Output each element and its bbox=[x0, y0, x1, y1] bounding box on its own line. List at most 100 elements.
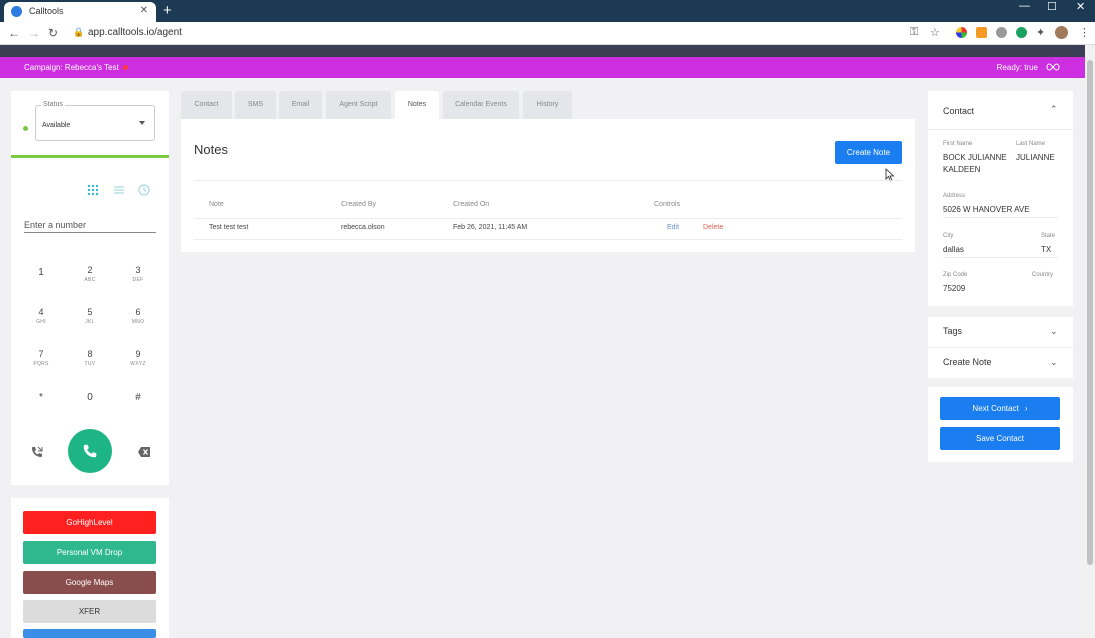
save-contact-button[interactable]: Save Contact bbox=[940, 427, 1060, 450]
tab-notes[interactable]: Notes bbox=[395, 91, 439, 119]
xfer-button[interactable]: XFER bbox=[23, 600, 156, 623]
tab-contact[interactable]: Contact bbox=[181, 91, 232, 119]
key-1[interactable]: 1 bbox=[24, 256, 58, 290]
browser-menu-icon[interactable]: ⋮ bbox=[1079, 26, 1090, 39]
browser-tab[interactable]: Calltools ✕ bbox=[4, 2, 156, 22]
history-clock-icon[interactable] bbox=[138, 184, 150, 196]
notes-heading: Notes bbox=[194, 142, 228, 157]
key-0[interactable]: 0 bbox=[73, 381, 107, 415]
tab-history[interactable]: History bbox=[523, 91, 572, 119]
key-digit: 8 bbox=[87, 349, 93, 359]
key-5[interactable]: 5 JKL bbox=[73, 298, 107, 332]
key-digit: 4 bbox=[38, 307, 44, 317]
notes-panel bbox=[181, 119, 915, 252]
key-digit: 1 bbox=[38, 267, 44, 278]
state-value[interactable]: TX bbox=[1041, 244, 1051, 256]
zip-code-label: Zip Code bbox=[943, 272, 968, 278]
close-tab-icon[interactable]: ✕ bbox=[140, 5, 148, 16]
city-value[interactable]: dallas bbox=[943, 244, 964, 256]
key-letters: DEF bbox=[132, 277, 144, 283]
create-note-button[interactable]: Create Note bbox=[835, 141, 902, 164]
scrollbar-thumb[interactable] bbox=[1087, 60, 1093, 565]
color-extension-icon[interactable] bbox=[956, 27, 967, 38]
personal-vm-drop-button[interactable]: Personal VM Drop bbox=[23, 541, 156, 564]
key-digit: 3 bbox=[135, 265, 141, 275]
delete-note-link[interactable]: Delete bbox=[703, 224, 723, 231]
city-label: City bbox=[943, 233, 954, 239]
call-button[interactable] bbox=[68, 429, 112, 473]
key-9[interactable]: 9 WXYZ bbox=[121, 340, 155, 374]
quick-action-button[interactable] bbox=[23, 629, 156, 638]
key-7[interactable]: 7 PQRS bbox=[24, 340, 58, 374]
forward-arrow-icon[interactable]: → bbox=[28, 26, 40, 40]
campaign-name: Campaign: Rebecca's Test bbox=[24, 63, 128, 72]
tab-sms[interactable]: SMS bbox=[235, 91, 276, 119]
tags-accordion[interactable]: Tags bbox=[943, 326, 962, 336]
key-icon[interactable]: ⚿ bbox=[910, 26, 918, 39]
status-bar bbox=[11, 155, 169, 158]
star-bookmark-icon[interactable]: ☆ bbox=[930, 26, 940, 39]
gohighlevel-button[interactable]: GoHighLevel bbox=[23, 511, 156, 534]
tab-email[interactable]: Email bbox=[279, 91, 322, 119]
key-8[interactable]: 8 TUV bbox=[73, 340, 107, 374]
column-header-note: Note bbox=[209, 201, 224, 208]
key-letters: JKL bbox=[85, 319, 95, 325]
status-select[interactable]: Status Available bbox=[35, 101, 155, 141]
create-note-accordion[interactable]: Create Note bbox=[943, 357, 992, 367]
key-4[interactable]: 4 GHI bbox=[24, 298, 58, 332]
country-label: Country bbox=[1032, 272, 1054, 278]
key-6[interactable]: 6 MNO bbox=[121, 298, 155, 332]
key-letters: PQRS bbox=[33, 361, 49, 367]
edit-note-link[interactable]: Edit bbox=[667, 224, 679, 231]
chevron-up-icon[interactable]: ⌃ bbox=[1050, 104, 1058, 115]
grammarly-extension-icon[interactable] bbox=[1016, 27, 1027, 38]
back-arrow-icon[interactable]: ← bbox=[8, 26, 20, 40]
tab-agent-script[interactable]: Agent Script bbox=[326, 91, 391, 119]
grid-extension-icon[interactable] bbox=[976, 27, 987, 38]
key-digit: 2 bbox=[87, 265, 93, 275]
address-value[interactable]: 5026 W HANOVER AVE bbox=[943, 204, 1030, 216]
browser-tab-bar: Calltools ✕ + — ☐ ✕ bbox=[0, 0, 1095, 22]
backspace-icon[interactable] bbox=[137, 445, 151, 459]
close-window-button[interactable]: ✕ bbox=[1076, 0, 1085, 13]
missed-call-icon[interactable] bbox=[30, 445, 44, 459]
list-icon[interactable] bbox=[113, 184, 125, 196]
column-header-created-on: Created On bbox=[453, 201, 490, 208]
status-value: Available bbox=[42, 122, 71, 129]
extensions-puzzle-icon[interactable]: ✦ bbox=[1036, 26, 1045, 39]
tab-calendar-events[interactable]: Calendar Events bbox=[443, 91, 519, 119]
first-name-value[interactable]: BOCK JULIANNE KALDEEN bbox=[943, 152, 1013, 176]
note-text: Test test test bbox=[209, 224, 249, 231]
profile-avatar-icon[interactable] bbox=[1055, 26, 1068, 39]
last-name-value[interactable]: JULIANNE bbox=[1016, 152, 1055, 164]
phone-number-input[interactable] bbox=[24, 217, 156, 233]
keypad-icon[interactable] bbox=[87, 184, 99, 196]
key-hash[interactable]: # bbox=[121, 381, 155, 415]
status-label: Status bbox=[41, 101, 65, 108]
chevron-down-icon[interactable]: ⌄ bbox=[1050, 326, 1058, 337]
minimize-button[interactable]: — bbox=[1019, 0, 1030, 12]
status-indicator-dot bbox=[23, 126, 28, 131]
record-extension-icon[interactable] bbox=[996, 27, 1007, 38]
ready-status: Ready: true bbox=[996, 63, 1038, 72]
reload-icon[interactable]: ↻ bbox=[48, 26, 58, 40]
next-contact-button[interactable]: Next Contact › bbox=[940, 397, 1060, 420]
address-label: Address bbox=[943, 193, 966, 199]
chevron-down-icon[interactable]: ⌄ bbox=[1050, 357, 1058, 368]
key-2[interactable]: 2 ABC bbox=[73, 256, 107, 290]
maximize-button[interactable]: ☐ bbox=[1047, 0, 1057, 13]
zip-code-value[interactable]: 75209 bbox=[943, 283, 965, 295]
key-digit: 0 bbox=[87, 392, 93, 403]
google-maps-button[interactable]: Google Maps bbox=[23, 571, 156, 594]
key-star[interactable]: * bbox=[24, 381, 58, 415]
address-underline bbox=[943, 217, 1058, 218]
key-digit: * bbox=[39, 392, 43, 403]
contact-header-divider bbox=[928, 129, 1073, 130]
url-field[interactable]: app.calltools.io/agent bbox=[88, 27, 182, 38]
key-3[interactable]: 3 DEF bbox=[121, 256, 155, 290]
new-tab-button[interactable]: + bbox=[163, 2, 172, 19]
lock-icon[interactable]: 🔒 bbox=[73, 27, 84, 38]
note-created-by: rebecca.olson bbox=[341, 224, 385, 231]
key-letters: TUV bbox=[84, 361, 96, 367]
phone-icon bbox=[83, 444, 97, 458]
